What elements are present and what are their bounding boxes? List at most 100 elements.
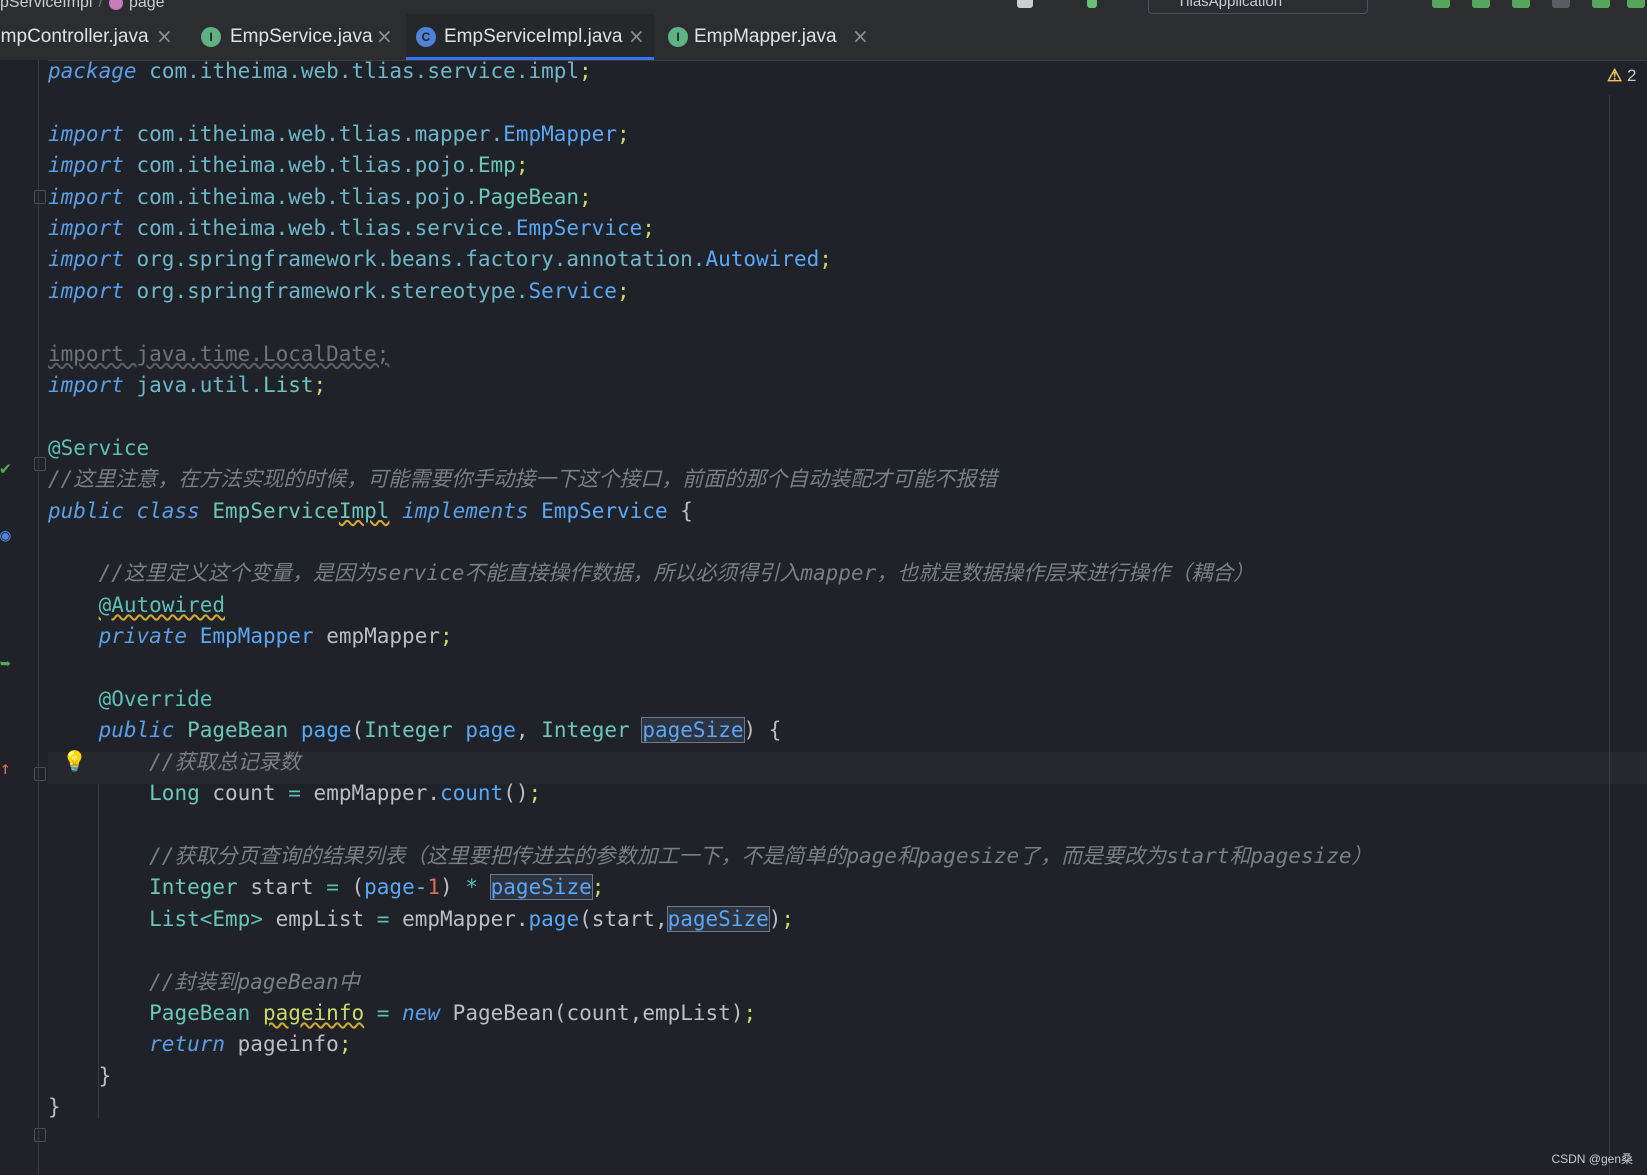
code-line[interactable]: return pageinfo; [48,1028,351,1061]
breadcrumb-method[interactable]: page [129,0,165,11]
code-token: Long [149,781,200,806]
close-icon[interactable]: × [376,24,393,48]
autowired-icon[interactable]: ➥ [0,656,11,674]
tab-empmapper[interactable]: I EmpMapper.java × [664,14,874,60]
fold-marker[interactable] [34,1128,46,1142]
code-line[interactable]: @Override [48,683,213,716]
code-token: EmpMapper [503,121,617,146]
code-token: } [48,1095,61,1120]
code-token: List [149,906,200,931]
code-line[interactable]: import com.itheima.web.tlias.mapper.EmpM… [48,118,630,151]
code-line[interactable]: import org.springframework.stereotype.Se… [48,275,630,308]
code-token: page [300,718,352,743]
code-token: implements [402,498,529,523]
run-config-selector[interactable]: TliasApplication [1148,0,1368,14]
code-token: pageSize [666,905,770,932]
code-token: public [98,718,175,743]
code-line[interactable]: import java.util.List; [48,369,326,402]
code-token: (start, [579,906,668,931]
editor-gutter[interactable]: ✔ ◉ ➥ ↑ [0,60,48,1175]
code-line[interactable]: Integer start = (page-1) * pageSize; [48,871,604,904]
tab-empserviceimpl[interactable]: C EmpServiceImpl.java × [406,14,654,60]
build-icon[interactable] [1592,0,1610,8]
code-line[interactable]: package com.itheima.web.tlias.service.im… [48,55,592,88]
code-token: com.itheima.web.tlias.service. [136,216,516,240]
code-line[interactable]: private EmpMapper empMapper; [48,620,453,653]
code-line[interactable]: public PageBean page(Integer page, Integ… [48,714,781,747]
breadcrumb[interactable]: pServiceImpl / page [0,0,165,12]
fold-marker[interactable] [34,190,46,204]
close-icon[interactable]: × [852,24,869,48]
top-toolbar: pServiceImpl / page TliasApplication [0,0,1647,14]
code-token: //获取总记录数 [149,749,301,774]
code-token: com.itheima.web.tlias.pojo. [136,184,478,209]
implementation-icon[interactable]: ◉ [0,527,11,545]
code-line[interactable]: List<Emp> empList = empMapper.page(start… [48,903,794,936]
code-token: ; [642,216,655,240]
services-icon[interactable] [1627,0,1645,8]
interface-icon: I [201,27,221,47]
run-icon[interactable] [1432,0,1450,8]
code-token: import [48,121,124,146]
code-token: ) [768,906,782,931]
fold-marker[interactable] [34,767,46,781]
code-token: Emp [477,153,516,178]
code-line[interactable]: } [48,1091,61,1124]
code-token: < [199,906,213,931]
tab-empcontroller[interactable]: EmpController.java × [0,14,184,60]
code-line[interactable]: public class EmpServiceImpl implements E… [48,495,693,528]
code-token: @Service [48,435,150,460]
close-icon[interactable]: × [156,24,173,48]
code-editor[interactable]: ✔ ◉ ➥ ↑ 💡 ⚠ 2 package com.itheima.web.tl… [0,59,1647,1175]
code-line[interactable]: import com.itheima.web.tlias.pojo.PageBe… [48,181,592,214]
warning-icon: ⚠ [1607,66,1623,85]
code-line[interactable]: //封装到pageBean中 [48,966,359,999]
code-token: com.itheima.web.tlias.service.impl [149,59,580,83]
code-token: List [262,373,314,397]
coverage-icon[interactable] [1512,0,1530,8]
code-token: ; [591,875,605,900]
debug-icon[interactable] [1472,0,1490,8]
code-token: = [376,1001,390,1025]
code-token: //这里定义这个变量，是因为service不能直接操作数据，所以必须得引入map… [98,561,1255,586]
code-line[interactable]: import com.itheima.web.tlias.service.Emp… [48,212,655,245]
code-line[interactable]: //获取分页查询的结果列表（这里要把传进去的参数加工一下，不是简单的page和p… [48,840,1373,873]
close-icon[interactable]: × [628,24,645,48]
code-line[interactable]: import com.itheima.web.tlias.pojo.Emp; [48,149,528,182]
override-icon[interactable]: ↑ [0,760,11,778]
code-token: empMapper. [389,906,529,931]
code-token: page [364,875,415,900]
code-line[interactable]: //获取总记录数 [48,746,300,779]
code-line[interactable]: import org.springframework.beans.factory… [48,243,832,276]
method-icon [108,0,123,10]
breadcrumb-class[interactable]: pServiceImpl [0,0,92,11]
bean-icon[interactable]: ✔ [0,460,11,478]
code-line[interactable]: Long count = empMapper.count(); [48,777,541,810]
code-token: Integer [364,718,453,743]
code-token: ; [313,373,327,397]
code-line[interactable]: PageBean pageinfo = new PageBean(count,e… [48,997,756,1030]
code-line[interactable]: @Autowired [48,589,225,622]
back-icon[interactable] [1087,0,1097,8]
code-token: Impl [338,498,390,523]
tab-empservice[interactable]: I EmpService.java × [196,14,396,60]
profile-icon[interactable] [1552,0,1570,8]
inspection-indicator[interactable]: ⚠ 2 [1607,66,1636,86]
code-token: Emp [212,906,251,931]
code-line[interactable]: //这里注意，在方法实现的时候，可能需要你手动接一下这个接口，前面的那个自动装配… [48,463,997,496]
code-line[interactable]: import java.time.LocalDate; [48,338,389,371]
watermark: CSDN @gen桑 [1551,1152,1633,1166]
user-icon[interactable] [1017,0,1033,8]
code-line[interactable]: @Service [48,432,149,465]
code-line[interactable]: //这里定义这个变量，是因为service不能直接操作数据，所以必须得引入map… [48,557,1255,590]
code-line[interactable]: } [48,1060,112,1093]
code-token: //获取分页查询的结果列表（这里要把传进去的参数加工一下，不是简单的page和p… [149,844,1373,868]
fold-marker[interactable] [34,457,46,471]
